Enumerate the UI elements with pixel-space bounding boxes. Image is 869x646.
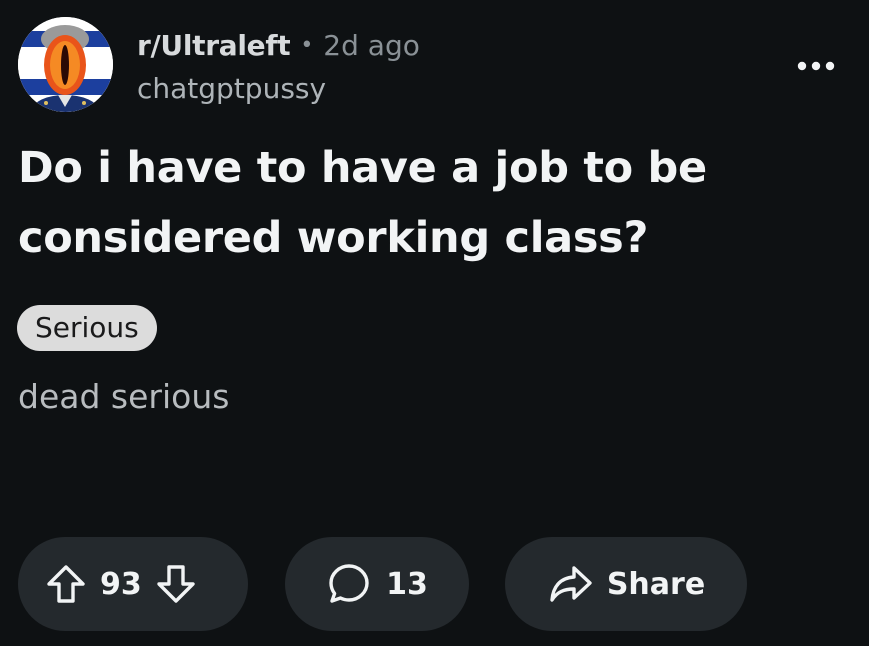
share-arrow-icon [550,566,592,602]
comments-button[interactable]: 13 [285,537,469,631]
arrow-down-icon [157,565,195,603]
post-flair[interactable]: Serious [17,305,157,351]
avatar-image [18,17,113,112]
post-meta: r/Ultraleft • 2d ago [137,25,420,65]
meta-separator: • [300,32,314,58]
share-button[interactable]: Share [505,537,747,631]
subreddit-avatar[interactable] [18,17,113,112]
post-card: r/Ultraleft • 2d ago chatgptpussy Do i h… [0,0,869,646]
vote-count: 93 [100,566,142,602]
speech-bubble-icon [329,564,369,603]
overflow-menu-button[interactable] [790,50,842,82]
more-horizontal-icon [797,61,835,71]
comment-count: 13 [386,566,428,602]
post-title[interactable]: Do i have to have a job to be considered… [18,133,838,273]
comment-icon-wrap [326,561,372,607]
author-username[interactable]: chatgptpussy [137,72,326,105]
subreddit-link[interactable]: r/Ultraleft [137,29,291,62]
upvote-button[interactable] [44,562,88,606]
post-body: dead serious [18,377,230,416]
arrow-up-icon [47,565,85,603]
vote-bar: 93 [18,537,248,631]
downvote-button[interactable] [154,562,198,606]
post-time: 2d ago [323,28,420,62]
share-icon-wrap [547,562,595,606]
share-label: Share [606,566,706,602]
